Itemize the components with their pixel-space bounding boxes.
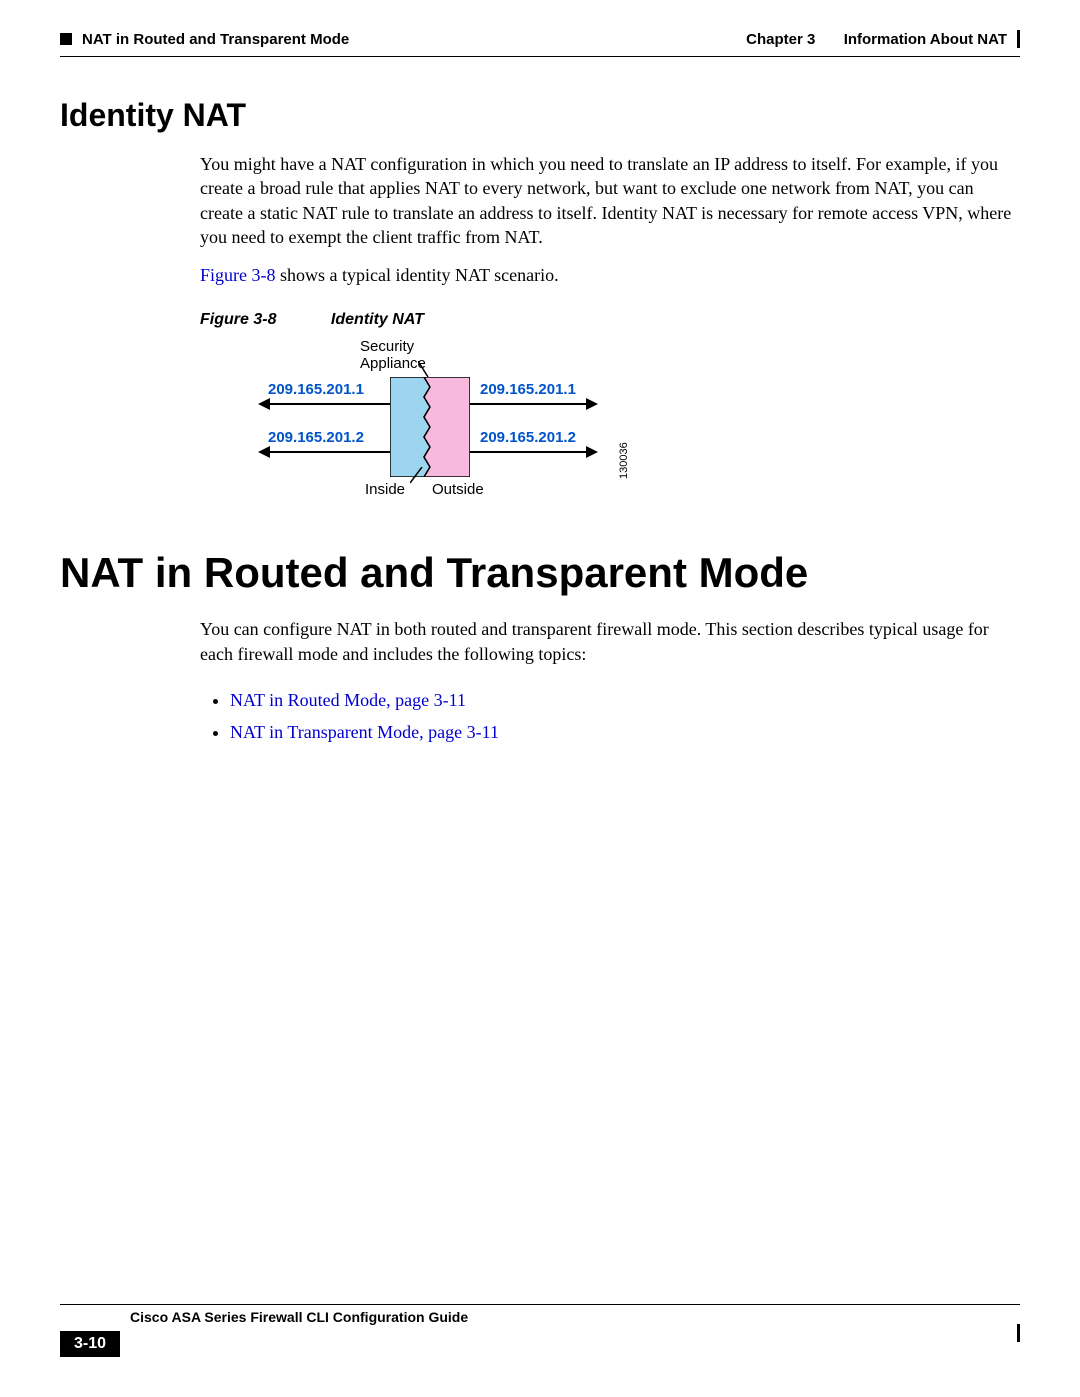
arrow-line xyxy=(470,403,588,405)
footer-page-number: 3-10 xyxy=(60,1331,120,1357)
figure-id-label: 130036 xyxy=(618,443,630,480)
header-bar-icon xyxy=(1017,30,1020,48)
identity-nat-paragraph: You might have a NAT configuration in wh… xyxy=(200,152,1020,249)
page-header: NAT in Routed and Transparent Mode Chapt… xyxy=(60,30,1020,48)
arrow-line xyxy=(470,451,588,453)
arrow-head-right-icon xyxy=(586,398,598,410)
list-item: NAT in Transparent Mode, page 3-11 xyxy=(230,716,1020,748)
header-square-icon xyxy=(60,33,72,45)
link-nat-transparent-mode[interactable]: NAT in Transparent Mode, page 3-11 xyxy=(230,722,499,742)
page-footer: Cisco ASA Series Firewall CLI Configurat… xyxy=(60,1304,1020,1357)
list-item: NAT in Routed Mode, page 3-11 xyxy=(230,684,1020,716)
figure-reference-tail: shows a typical identity NAT scenario. xyxy=(276,265,559,285)
figure-reference-link[interactable]: Figure 3-8 xyxy=(200,265,276,285)
arrow-head-left-icon xyxy=(258,446,270,458)
header-chapter-title: Information About NAT xyxy=(844,31,1007,48)
arrow-line xyxy=(268,451,390,453)
figure-appliance-icon xyxy=(390,377,470,477)
footer-bar-icon xyxy=(1017,1324,1020,1342)
figure-security-appliance-label: Security Appliance xyxy=(360,339,426,372)
heading-nat-routed-transparent: NAT in Routed and Transparent Mode xyxy=(60,549,1020,597)
figure-caption: Figure 3-8 Identity NAT xyxy=(200,311,1020,329)
figure-caption-label: Figure 3-8 xyxy=(200,311,276,328)
link-nat-routed-mode[interactable]: NAT in Routed Mode, page 3-11 xyxy=(230,690,466,710)
arrow-head-left-icon xyxy=(258,398,270,410)
figure-reference-line: Figure 3-8 shows a typical identity NAT … xyxy=(200,263,1020,287)
footer-guide-title: Cisco ASA Series Firewall CLI Configurat… xyxy=(130,1309,468,1325)
arrow-head-right-icon xyxy=(586,446,598,458)
header-chapter-label: Chapter 3 xyxy=(746,31,815,48)
figure-outside-label: Outside xyxy=(432,481,484,498)
figure-ip-right-2: 209.165.201.2 xyxy=(480,429,576,446)
header-divider xyxy=(60,56,1020,57)
heading-identity-nat: Identity NAT xyxy=(60,97,1020,134)
figure-inside-label: Inside xyxy=(365,481,405,498)
arrow-line xyxy=(268,403,390,405)
figure-ip-left-1: 209.165.201.1 xyxy=(268,381,364,398)
figure-caption-title: Identity NAT xyxy=(331,311,424,328)
figure-pointer-icon xyxy=(410,467,430,485)
topic-links-list: NAT in Routed Mode, page 3-11 NAT in Tra… xyxy=(200,684,1020,749)
figure-ip-right-1: 209.165.201.1 xyxy=(480,381,576,398)
nat-modes-paragraph: You can configure NAT in both routed and… xyxy=(200,617,1020,666)
identity-nat-figure: Security Appliance 209.165.201.1 209.165… xyxy=(200,339,630,499)
figure-ip-left-2: 209.165.201.2 xyxy=(268,429,364,446)
header-section-title: NAT in Routed and Transparent Mode xyxy=(82,31,349,48)
